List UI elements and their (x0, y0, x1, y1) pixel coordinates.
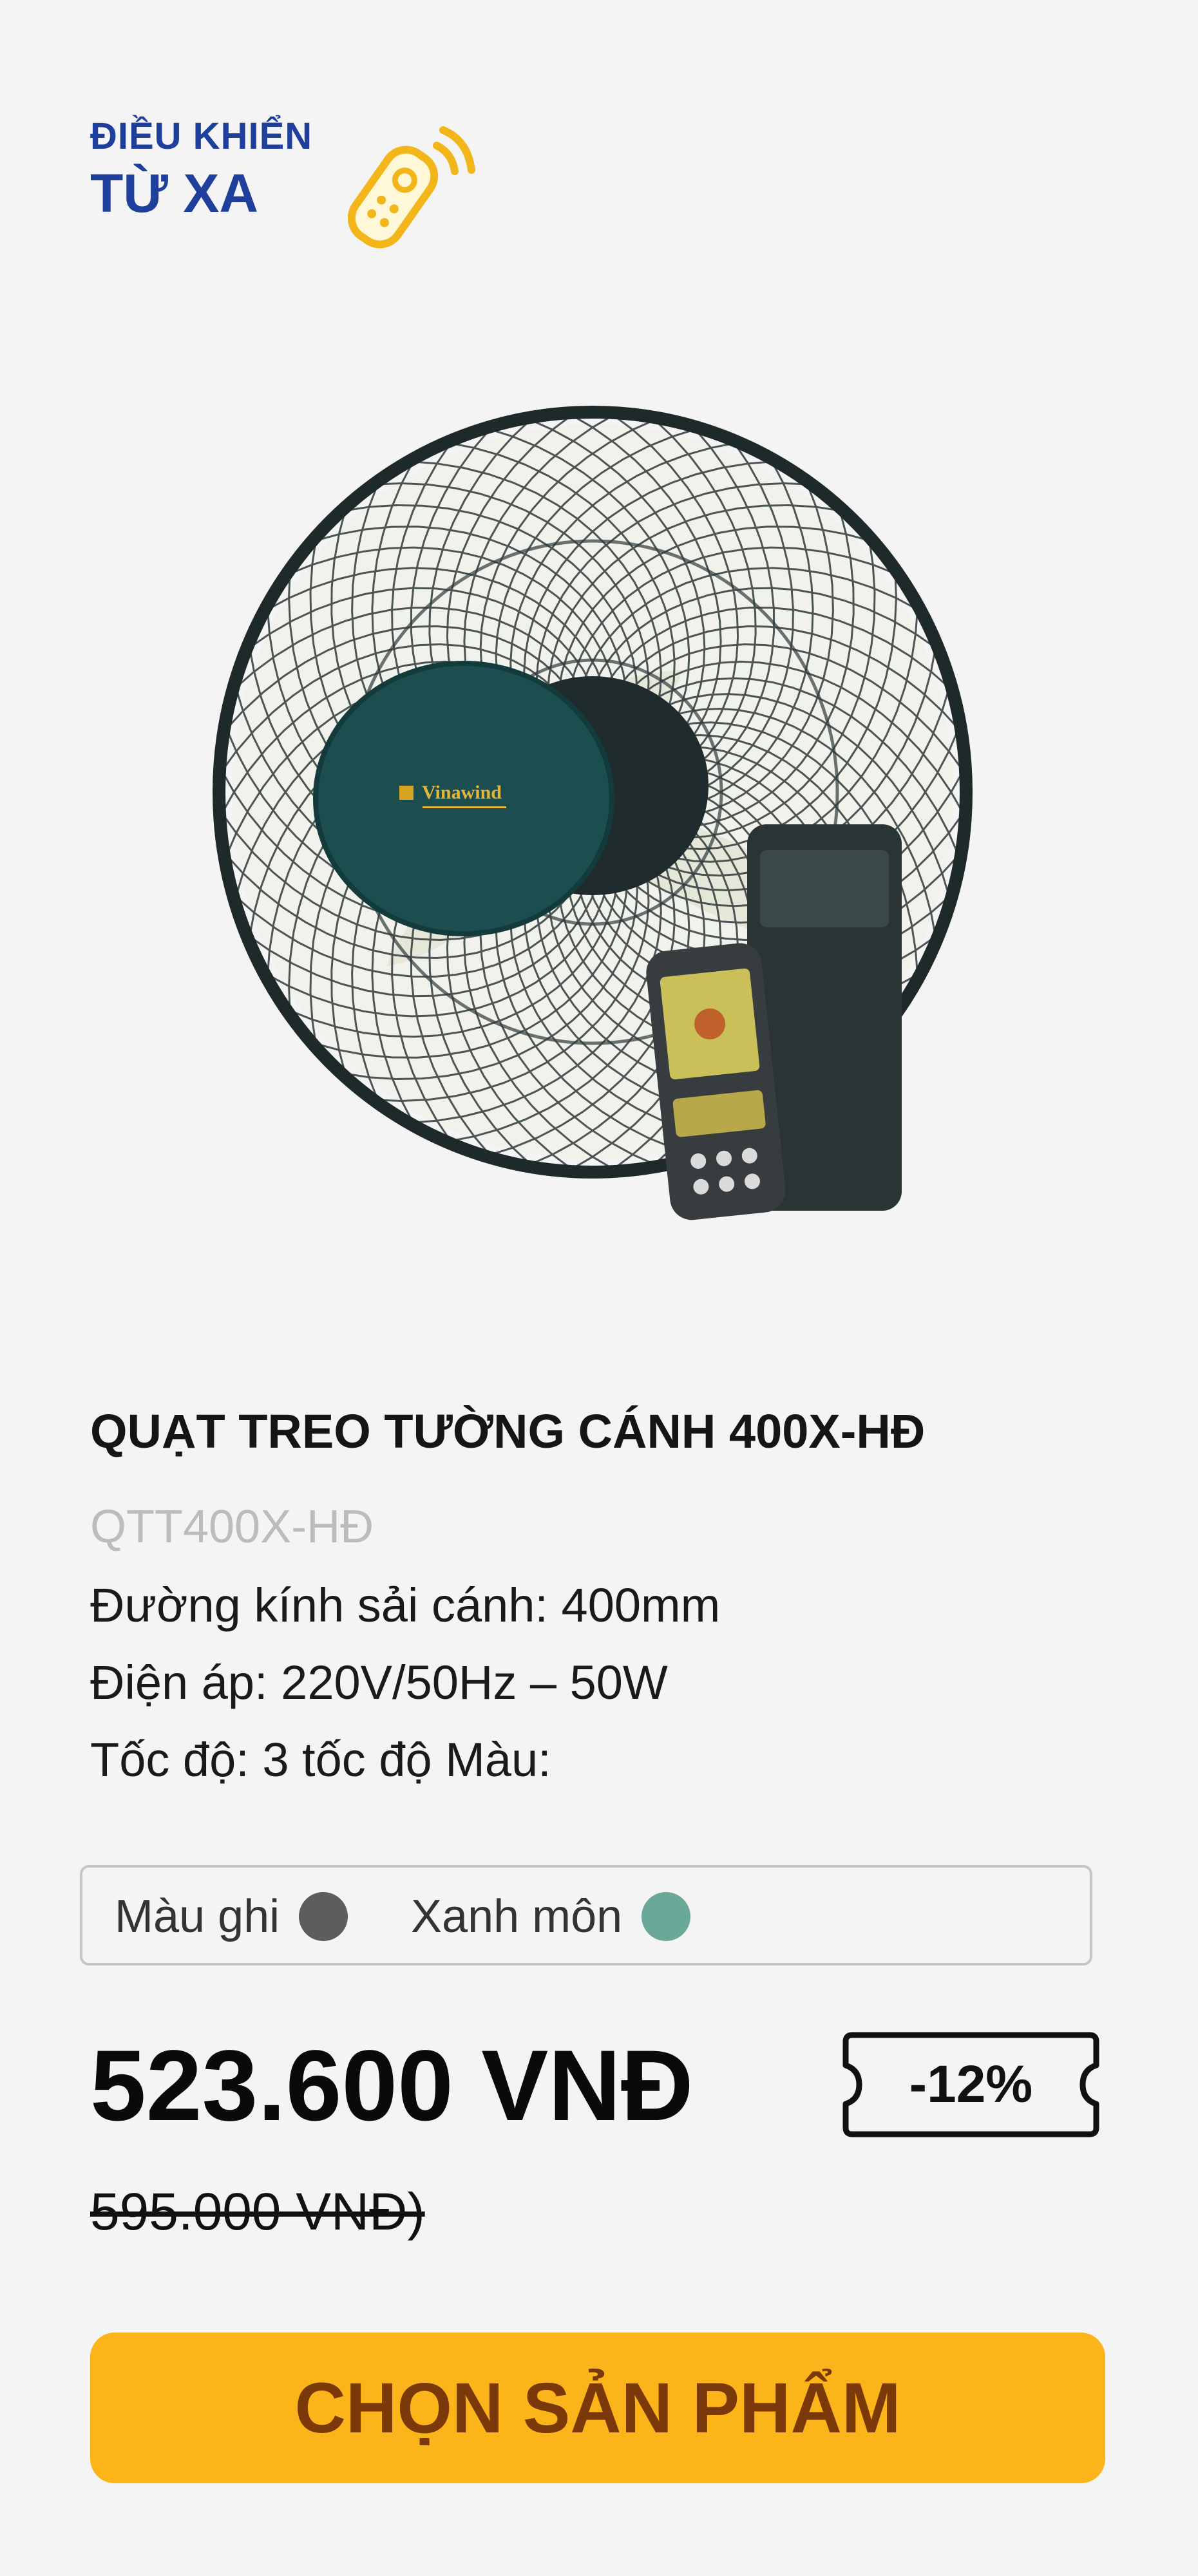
badge-line-1: ĐIỀU KHIỂN (90, 115, 313, 157)
spec-speed-color: Tốc độ: 3 tốc độ Màu: (90, 1733, 551, 1786)
spec-blade-diameter: Đường kính sải cánh: 400mm (90, 1578, 721, 1632)
color-swatch (299, 1892, 348, 1941)
brand-logo-text: Vinawind (422, 782, 502, 803)
color-option-gray[interactable]: Màu ghi (115, 1889, 348, 1944)
color-option-teal[interactable]: Xanh môn (411, 1889, 691, 1944)
color-swatch (642, 1892, 691, 1941)
wall-fan-image: Vinawind (213, 406, 973, 1220)
remote-control-badge: ĐIỀU KHIỂN TỪ XA (90, 109, 475, 251)
original-price: 595.000 VNĐ) (90, 2183, 425, 2241)
current-price: 523.600 VNĐ (90, 2030, 694, 2142)
choose-product-button[interactable]: CHỌN SẢN PHẨM (90, 2333, 1105, 2483)
color-label: Màu ghi (115, 1891, 280, 1942)
discount-badge: -12% (841, 2030, 1101, 2139)
discount-percent: -12% (909, 2055, 1033, 2114)
color-label: Xanh môn (411, 1891, 623, 1942)
product-title: QUẠT TREO TƯỜNG CÁNH 400X-HĐ (90, 1405, 926, 1458)
badge-line-2: TỪ XA (90, 163, 259, 223)
color-selector: Màu ghi Xanh môn (80, 1865, 1092, 1965)
product-sku: QTT400X-HĐ (90, 1501, 374, 1553)
remote-control-icon (347, 126, 475, 249)
product-card: ĐIỀU KHIỂN TỪ XA Vinawind QUẠT TREO TƯỜN… (0, 0, 1198, 2576)
signal-waves-icon (433, 126, 475, 175)
spec-voltage: Điện áp: 220V/50Hz – 50W (90, 1656, 668, 1709)
